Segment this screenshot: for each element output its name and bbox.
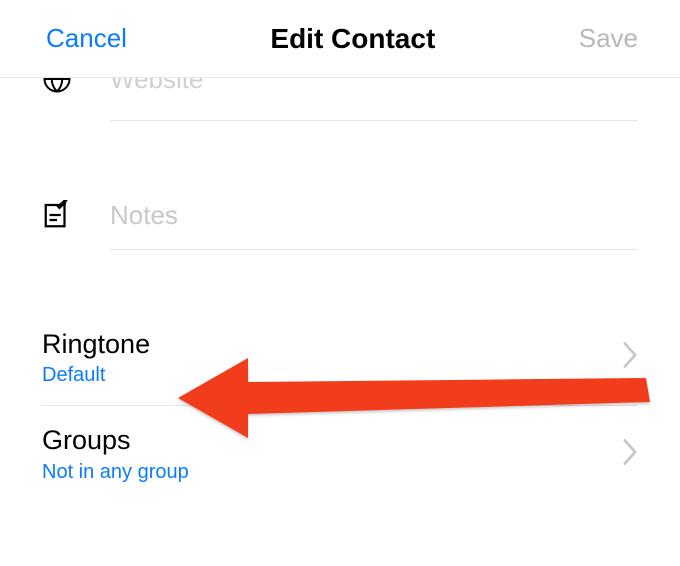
chevron-right-icon — [622, 341, 638, 374]
save-button[interactable]: Save — [579, 23, 638, 54]
globe-icon — [42, 78, 110, 94]
page-title: Edit Contact — [270, 23, 435, 55]
cancel-button[interactable]: Cancel — [46, 23, 127, 54]
website-input[interactable] — [110, 78, 680, 95]
website-row — [0, 78, 680, 120]
ringtone-value: Default — [42, 364, 622, 387]
content-area: Ringtone Default Groups Not in any group — [0, 78, 680, 502]
header-bar: Cancel Edit Contact Save — [0, 0, 680, 78]
notes-row — [0, 181, 680, 249]
chevron-right-icon — [622, 438, 638, 471]
ringtone-title: Ringtone — [42, 328, 622, 360]
groups-title: Groups — [42, 424, 622, 456]
groups-row[interactable]: Groups Not in any group — [0, 406, 680, 501]
groups-value: Not in any group — [42, 461, 622, 484]
notes-input[interactable] — [110, 200, 680, 231]
notes-icon — [42, 200, 110, 230]
ringtone-row[interactable]: Ringtone Default — [0, 310, 680, 405]
